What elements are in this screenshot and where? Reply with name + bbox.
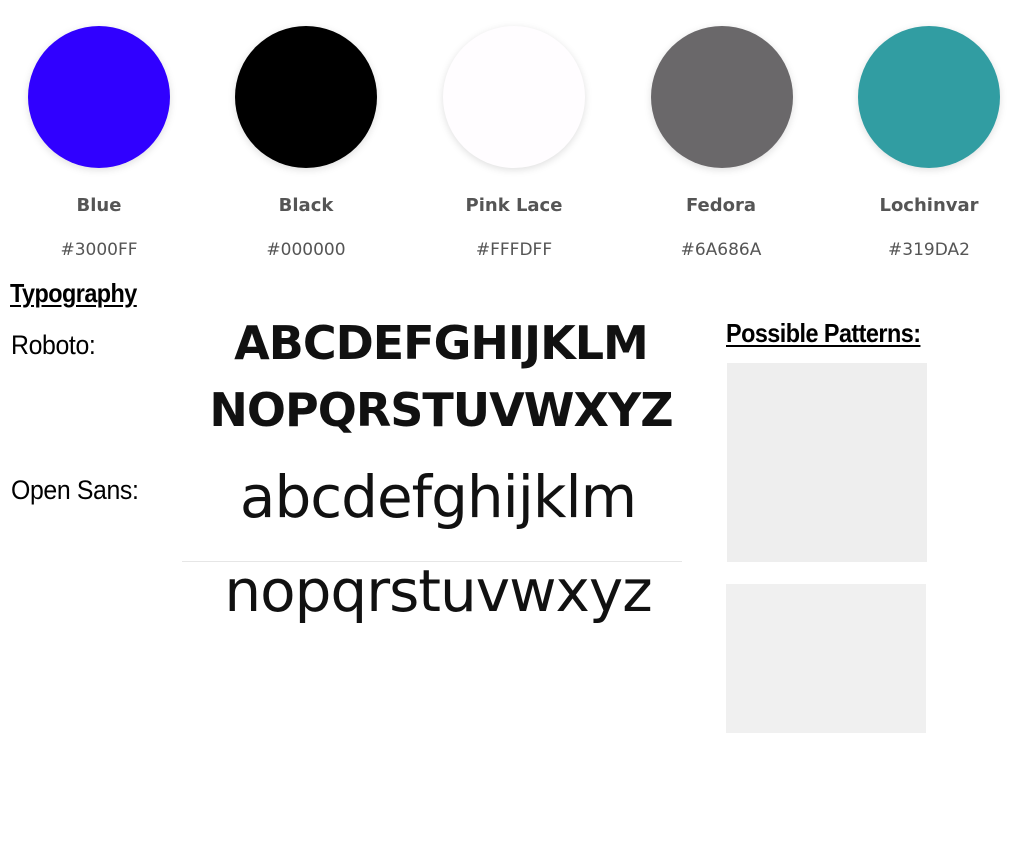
swatch-name-pink-lace: Pink Lace bbox=[465, 195, 563, 216]
font-label-roboto: Roboto: bbox=[11, 330, 96, 360]
roboto-uppercase-line-1: ABCDEFGHIJKLM bbox=[234, 316, 649, 370]
swatch-fedora bbox=[651, 26, 793, 168]
typography-heading: Typography bbox=[10, 278, 137, 308]
open-sans-lowercase-line-1: abcdefghijklm bbox=[239, 463, 637, 531]
swatch-hex-blue: #3000FF bbox=[60, 240, 138, 260]
swatch-pink-lace bbox=[443, 26, 585, 168]
swatch-blue bbox=[28, 26, 170, 168]
roboto-uppercase-line-2: NOPQRSTUVWXYZ bbox=[209, 383, 673, 437]
swatch-black bbox=[235, 26, 377, 168]
pattern-texture-2 bbox=[726, 584, 926, 733]
swatch-name-black: Black bbox=[278, 195, 334, 216]
swatch-name-fedora: Fedora bbox=[685, 195, 757, 216]
font-label-open-sans: Open Sans: bbox=[11, 475, 139, 505]
swatch-name-blue: Blue bbox=[76, 195, 122, 216]
swatch-name-lochinvar: Lochinvar bbox=[879, 195, 979, 216]
pattern-texture-1 bbox=[727, 363, 927, 562]
swatch-hex-black: #000000 bbox=[266, 240, 346, 260]
open-sans-lowercase-line-2: nopqrstuvwxyz bbox=[224, 557, 652, 625]
swatch-hex-pink-lace: #FFFDFF bbox=[475, 240, 553, 260]
patterns-heading: Possible Patterns: bbox=[726, 318, 921, 348]
swatch-hex-lochinvar: #319DA2 bbox=[888, 240, 970, 260]
swatch-lochinvar bbox=[858, 26, 1000, 168]
swatch-hex-fedora: #6A686A bbox=[680, 240, 762, 260]
